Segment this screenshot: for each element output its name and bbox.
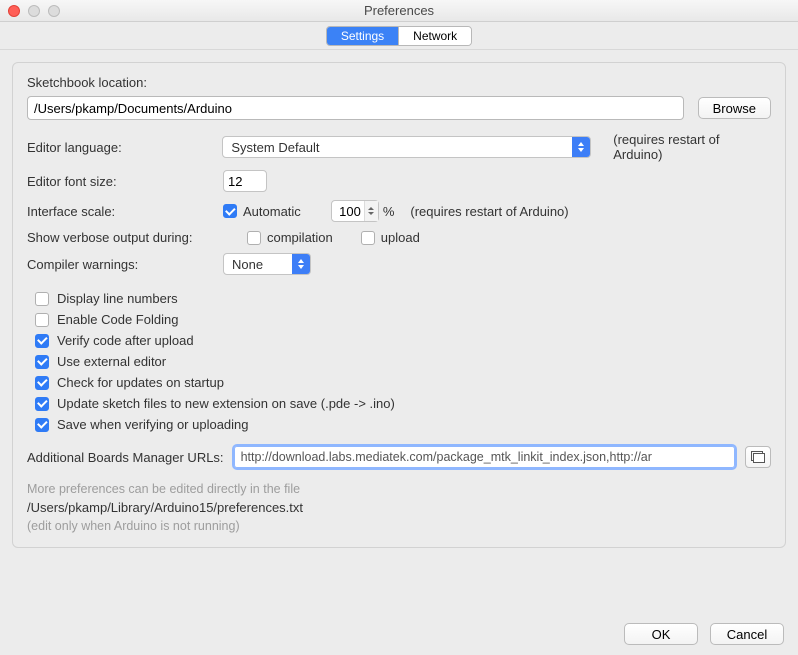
external-editor-label: Use external editor — [57, 354, 166, 369]
editor-language-select[interactable]: System Default — [222, 136, 591, 158]
boards-urls-input[interactable] — [234, 446, 735, 468]
window-icon — [751, 451, 765, 463]
code-folding-checkbox[interactable] — [35, 313, 49, 327]
more-prefs-line2: (edit only when Arduino is not running) — [27, 519, 771, 533]
check-updates-checkbox[interactable] — [35, 376, 49, 390]
display-line-numbers-checkbox[interactable] — [35, 292, 49, 306]
update-extension-label: Update sketch files to new extension on … — [57, 396, 395, 411]
more-prefs-line1: More preferences can be edited directly … — [27, 482, 771, 496]
dialog-buttons: OK Cancel — [624, 623, 784, 645]
segmented-control: Settings Network — [326, 26, 472, 46]
chevron-updown-icon — [292, 254, 310, 274]
save-on-verify-checkbox[interactable] — [35, 418, 49, 432]
automatic-checkbox[interactable] — [223, 204, 237, 218]
titlebar: Preferences — [0, 0, 798, 22]
verify-after-upload-checkbox[interactable] — [35, 334, 49, 348]
editor-language-value: System Default — [231, 140, 572, 155]
font-size-input[interactable] — [223, 170, 267, 192]
compiler-warnings-value: None — [232, 257, 292, 272]
check-updates-label: Check for updates on startup — [57, 375, 224, 390]
compiler-warnings-select[interactable]: None — [223, 253, 311, 275]
scale-input[interactable] — [332, 204, 364, 219]
stepper-icon — [364, 201, 378, 221]
external-editor-checkbox[interactable] — [35, 355, 49, 369]
tabs: Settings Network — [0, 22, 798, 50]
interface-scale-label: Interface scale: — [27, 204, 223, 219]
minimize-window-button[interactable] — [28, 5, 40, 17]
verify-after-upload-label: Verify code after upload — [57, 333, 194, 348]
ok-button[interactable]: OK — [624, 623, 698, 645]
chevron-updown-icon — [572, 137, 590, 157]
compilation-label: compilation — [267, 230, 333, 245]
sketchbook-location-input[interactable] — [27, 96, 684, 120]
editor-language-note: (requires restart of Arduino) — [613, 132, 771, 162]
tab-settings[interactable]: Settings — [327, 27, 398, 45]
boards-urls-label: Additional Boards Manager URLs: — [27, 450, 224, 465]
window-title: Preferences — [0, 3, 798, 18]
scale-note: (requires restart of Arduino) — [410, 204, 568, 219]
cancel-button[interactable]: Cancel — [710, 623, 784, 645]
browse-button[interactable]: Browse — [698, 97, 771, 119]
verbose-label: Show verbose output during: — [27, 230, 247, 245]
automatic-label: Automatic — [243, 204, 301, 219]
prefs-file-path: /Users/pkamp/Library/Arduino15/preferenc… — [27, 500, 771, 515]
preferences-panel: Sketchbook location: Browse Editor langu… — [12, 62, 786, 548]
compiler-warnings-label: Compiler warnings: — [27, 257, 223, 272]
tab-network[interactable]: Network — [398, 27, 471, 45]
zoom-window-button[interactable] — [48, 5, 60, 17]
editor-language-label: Editor language: — [27, 140, 222, 155]
close-window-button[interactable] — [8, 5, 20, 17]
save-on-verify-label: Save when verifying or uploading — [57, 417, 249, 432]
sketchbook-label: Sketchbook location: — [27, 75, 771, 90]
window-controls — [8, 5, 60, 17]
display-line-numbers-label: Display line numbers — [57, 291, 178, 306]
update-extension-checkbox[interactable] — [35, 397, 49, 411]
font-size-label: Editor font size: — [27, 174, 223, 189]
upload-checkbox[interactable] — [361, 231, 375, 245]
upload-label: upload — [381, 230, 420, 245]
compilation-checkbox[interactable] — [247, 231, 261, 245]
boards-urls-expand-button[interactable] — [745, 446, 771, 468]
scale-stepper[interactable] — [331, 200, 379, 222]
code-folding-label: Enable Code Folding — [57, 312, 178, 327]
percent-label: % — [383, 204, 395, 219]
